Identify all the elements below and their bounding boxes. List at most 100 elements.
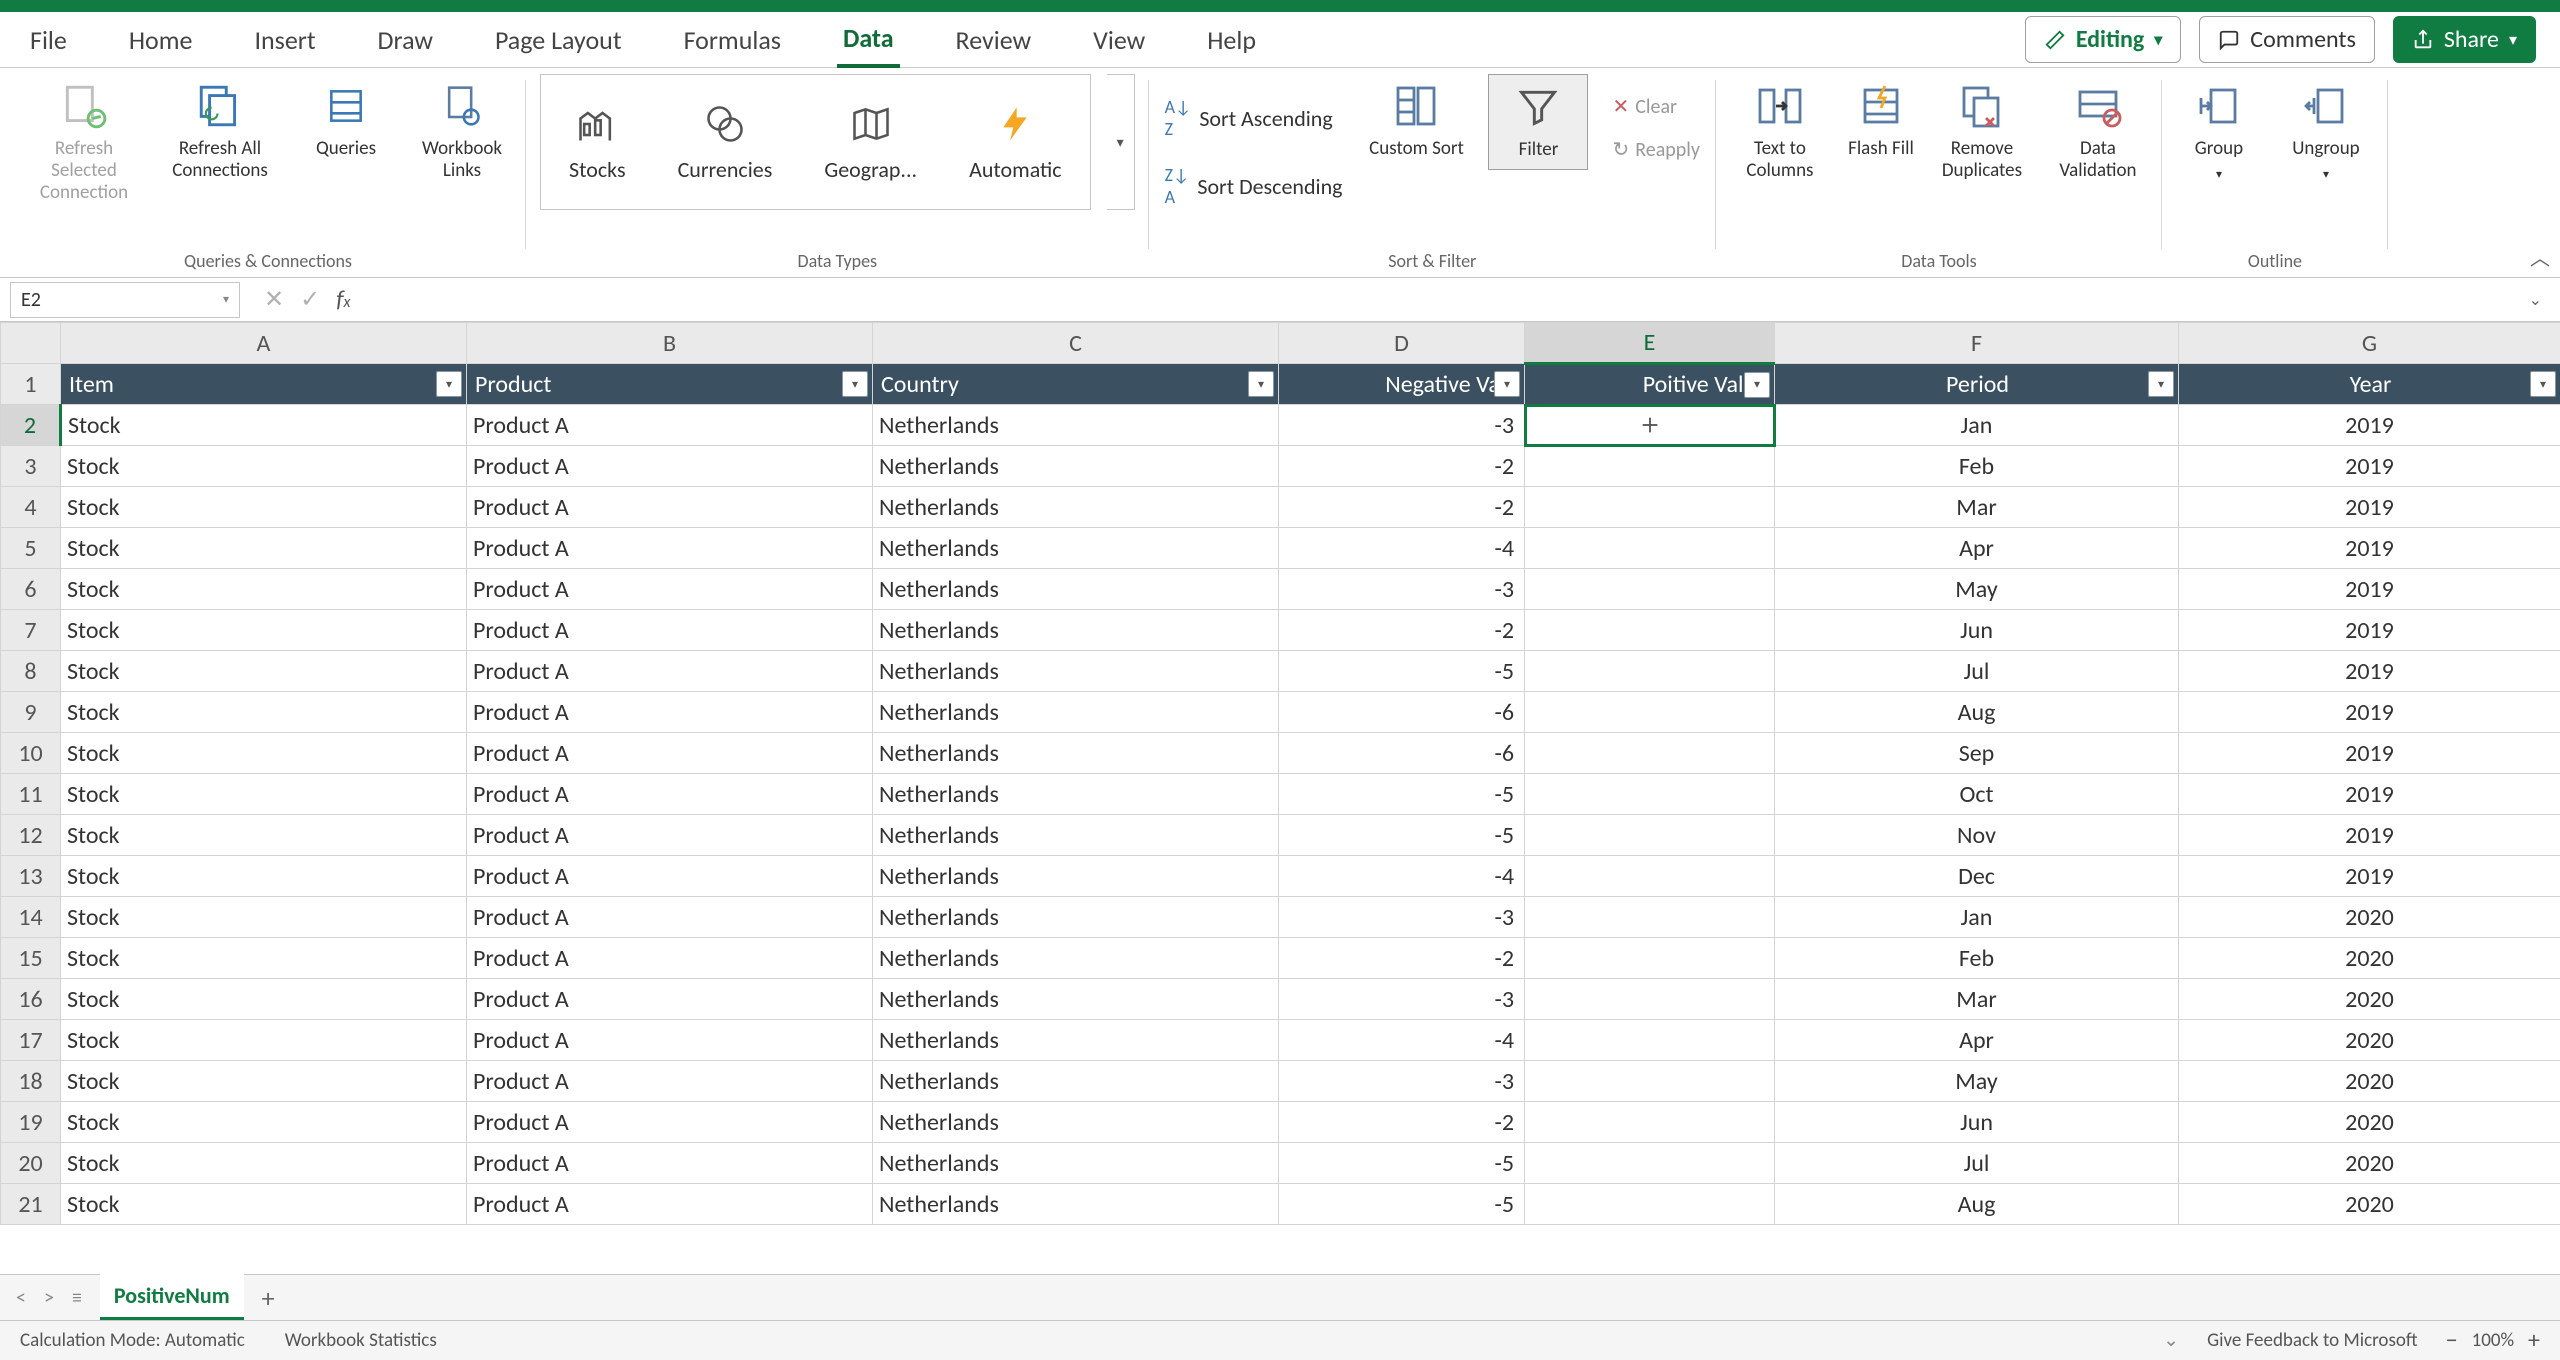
cell[interactable]: Product A <box>467 405 873 446</box>
cell[interactable]: -3 <box>1279 1061 1525 1102</box>
row-header-13[interactable]: 13 <box>1 856 61 897</box>
cell[interactable]: 2019 <box>2179 815 2560 856</box>
sheet-tab-positivenum[interactable]: PositiveNum <box>100 1274 244 1321</box>
row-header-18[interactable]: 18 <box>1 1061 61 1102</box>
cell[interactable]: -5 <box>1279 651 1525 692</box>
filter-button[interactable]: Filter <box>1488 74 1588 170</box>
collapse-ribbon-button[interactable]: ︿ <box>2530 242 2550 271</box>
cell[interactable]: Netherlands <box>873 487 1279 528</box>
cell[interactable]: Netherlands <box>873 405 1279 446</box>
cell[interactable]: Stock <box>61 733 467 774</box>
cell[interactable]: -4 <box>1279 1020 1525 1061</box>
cell[interactable]: Netherlands <box>873 1143 1279 1184</box>
cell[interactable]: Jul <box>1775 1143 2179 1184</box>
cell[interactable] <box>1525 405 1775 446</box>
filter-dropdown-icon[interactable]: ▾ <box>1248 371 1274 397</box>
cell[interactable]: Product A <box>467 1143 873 1184</box>
table-header-cell[interactable]: Country▾ <box>873 364 1279 405</box>
custom-sort-button[interactable]: Custom Sort <box>1366 74 1466 164</box>
cell[interactable] <box>1525 897 1775 938</box>
cell[interactable]: 2019 <box>2179 569 2560 610</box>
cell[interactable]: Jul <box>1775 651 2179 692</box>
row-header-19[interactable]: 19 <box>1 1102 61 1143</box>
tab-file[interactable]: File <box>24 14 73 66</box>
cell[interactable]: Mar <box>1775 487 2179 528</box>
cell[interactable]: Netherlands <box>873 938 1279 979</box>
ungroup-button[interactable]: Ungroup▾ <box>2278 74 2374 190</box>
cell[interactable] <box>1525 692 1775 733</box>
row-header-20[interactable]: 20 <box>1 1143 61 1184</box>
cell[interactable]: -3 <box>1279 897 1525 938</box>
cell[interactable]: -4 <box>1279 856 1525 897</box>
formula-input[interactable] <box>364 282 2528 318</box>
geography-type[interactable]: Geograp... <box>824 102 917 183</box>
cell[interactable] <box>1525 569 1775 610</box>
text-to-columns-button[interactable]: Text to Columns <box>1730 74 1830 186</box>
cell[interactable]: Jan <box>1775 405 2179 446</box>
cell[interactable]: Apr <box>1775 528 2179 569</box>
filter-dropdown-icon[interactable]: ▾ <box>436 371 462 397</box>
cell[interactable]: Product A <box>467 815 873 856</box>
cell[interactable]: Stock <box>61 446 467 487</box>
cell[interactable]: Product A <box>467 733 873 774</box>
tab-help[interactable]: Help <box>1201 14 1262 66</box>
filter-dropdown-icon[interactable]: ▾ <box>2148 371 2174 397</box>
cell[interactable]: Aug <box>1775 692 2179 733</box>
tab-review[interactable]: Review <box>950 14 1038 66</box>
table-header-cell[interactable]: Item▾ <box>61 364 467 405</box>
table-header-cell[interactable]: Period▾ <box>1775 364 2179 405</box>
cell[interactable] <box>1525 528 1775 569</box>
name-box[interactable]: E2 ▾ <box>10 282 240 318</box>
queries-button[interactable]: Queries <box>296 74 396 164</box>
cell[interactable]: Product A <box>467 1102 873 1143</box>
cell[interactable] <box>1525 1061 1775 1102</box>
tab-view[interactable]: View <box>1087 14 1151 66</box>
tab-page-layout[interactable]: Page Layout <box>489 14 628 66</box>
workbook-stats-button[interactable]: Workbook Statistics <box>285 1329 437 1352</box>
cell[interactable]: Product A <box>467 610 873 651</box>
cell[interactable]: -6 <box>1279 733 1525 774</box>
cell[interactable]: Stock <box>61 1102 467 1143</box>
cell[interactable]: -2 <box>1279 610 1525 651</box>
cell[interactable]: 2019 <box>2179 446 2560 487</box>
cell[interactable]: Stock <box>61 979 467 1020</box>
cell[interactable] <box>1525 651 1775 692</box>
cell[interactable] <box>1525 733 1775 774</box>
tab-data[interactable]: Data <box>837 12 900 68</box>
cell[interactable]: Stock <box>61 897 467 938</box>
cell[interactable]: Netherlands <box>873 979 1279 1020</box>
cell[interactable]: 2019 <box>2179 774 2560 815</box>
cell[interactable]: 2020 <box>2179 979 2560 1020</box>
row-header-5[interactable]: 5 <box>1 528 61 569</box>
cell[interactable]: Product A <box>467 528 873 569</box>
cell[interactable]: Netherlands <box>873 733 1279 774</box>
cell[interactable]: Stock <box>61 487 467 528</box>
cell[interactable]: Stock <box>61 610 467 651</box>
cell[interactable]: 2019 <box>2179 528 2560 569</box>
cell[interactable]: 2019 <box>2179 856 2560 897</box>
filter-dropdown-icon[interactable]: ▾ <box>1744 372 1770 398</box>
cell[interactable] <box>1525 1102 1775 1143</box>
editing-mode-button[interactable]: Editing ▾ <box>2025 16 2181 63</box>
next-sheet-button[interactable]: > <box>44 1286 54 1310</box>
tab-home[interactable]: Home <box>123 14 199 66</box>
cell[interactable]: 2019 <box>2179 692 2560 733</box>
cell[interactable] <box>1525 856 1775 897</box>
cell[interactable]: Product A <box>467 692 873 733</box>
row-header-9[interactable]: 9 <box>1 692 61 733</box>
spreadsheet-grid[interactable]: ABCDEFG 1Item▾Product▾Country▾Negative V… <box>0 322 2560 1274</box>
cell[interactable]: Netherlands <box>873 1102 1279 1143</box>
cell[interactable]: 2020 <box>2179 1061 2560 1102</box>
col-header-A[interactable]: A <box>61 323 467 364</box>
cell[interactable]: Stock <box>61 1184 467 1225</box>
flash-fill-button[interactable]: Flash Fill <box>1846 74 1916 164</box>
table-header-cell[interactable]: Year▾ <box>2179 364 2560 405</box>
tab-draw[interactable]: Draw <box>372 14 439 66</box>
cell[interactable]: Oct <box>1775 774 2179 815</box>
cell[interactable]: 2019 <box>2179 405 2560 446</box>
stocks-type[interactable]: Stocks <box>569 102 626 183</box>
col-header-C[interactable]: C <box>873 323 1279 364</box>
cell[interactable]: 2020 <box>2179 938 2560 979</box>
cell[interactable]: Netherlands <box>873 692 1279 733</box>
row-header-6[interactable]: 6 <box>1 569 61 610</box>
